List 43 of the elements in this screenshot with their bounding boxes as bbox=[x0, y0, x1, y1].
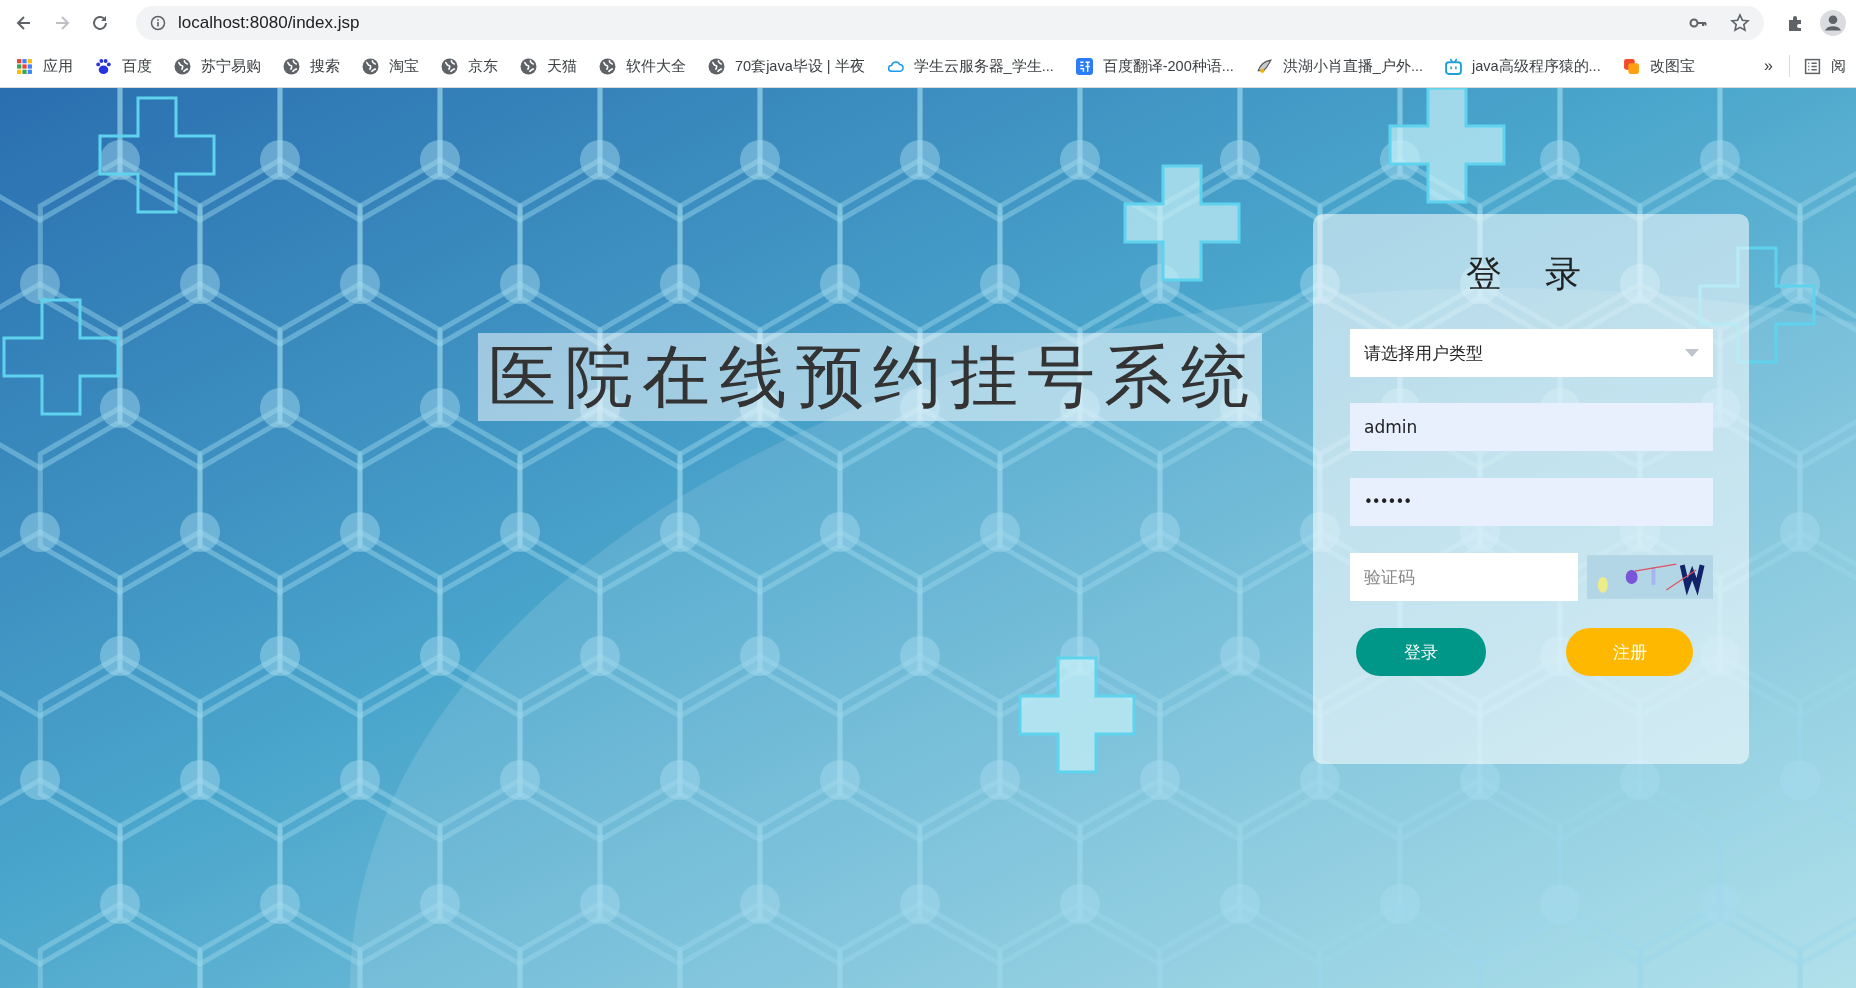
bookmark-item[interactable]: java高级程序猿的... bbox=[1445, 56, 1601, 76]
bookmark-item[interactable]: 洪湖小肖直播_户外... bbox=[1255, 56, 1423, 76]
captcha-field[interactable]: 验证码 bbox=[1350, 553, 1578, 601]
bookmark-item[interactable]: 70套java毕设 | 半夜 bbox=[708, 56, 865, 76]
bookmark-item[interactable]: 应用 bbox=[16, 56, 73, 76]
login-heading: 登 录 bbox=[1464, 252, 1599, 296]
login-button[interactable]: 登录 bbox=[1356, 628, 1486, 676]
globe-icon bbox=[708, 57, 725, 75]
globe-icon bbox=[362, 57, 379, 75]
address-bar[interactable]: localhost:8080/index.jsp bbox=[136, 5, 1764, 40]
bookmark-item[interactable]: 京东 bbox=[441, 56, 498, 76]
apps-grid-icon bbox=[16, 57, 33, 75]
globe-icon bbox=[599, 57, 616, 75]
paw-icon bbox=[95, 57, 112, 75]
globe-icon bbox=[283, 57, 300, 75]
bookmark-item[interactable]: 苏宁易购 bbox=[174, 56, 261, 76]
dropdown-caret-icon bbox=[1685, 349, 1699, 357]
more-bookmarks-button[interactable]: » bbox=[1764, 57, 1773, 75]
user-type-select[interactable]: 请选择用户类型 bbox=[1350, 329, 1713, 377]
bookmark-item[interactable]: 淘宝 bbox=[362, 56, 419, 76]
bookmark-item[interactable]: 天猫 bbox=[520, 56, 577, 76]
bookmark-item[interactable]: 百度 bbox=[95, 56, 152, 76]
bookmark-item[interactable]: 改图宝 bbox=[1622, 56, 1695, 76]
reading-list-button[interactable]: 阅 bbox=[1804, 56, 1846, 76]
tv-icon bbox=[1445, 57, 1462, 75]
bookmark-item[interactable]: 软件大全 bbox=[599, 56, 686, 76]
globe-icon bbox=[441, 57, 458, 75]
info-icon[interactable] bbox=[150, 14, 166, 31]
list-icon bbox=[1804, 57, 1821, 75]
bookmark-item[interactable]: 学生云服务器_学生... bbox=[886, 56, 1054, 76]
system-title: 医院在线预约挂号系统 bbox=[478, 333, 1262, 421]
username-field[interactable]: admin bbox=[1350, 403, 1713, 451]
star-icon[interactable] bbox=[1730, 12, 1750, 33]
captcha-image[interactable] bbox=[1587, 555, 1713, 599]
globe-icon bbox=[174, 57, 191, 75]
squares-icon bbox=[1622, 57, 1640, 75]
bookmark-item[interactable]: 百度翻译-200种语... bbox=[1075, 56, 1234, 76]
password-field[interactable]: •••••• bbox=[1350, 478, 1713, 526]
profile-icon[interactable] bbox=[1820, 9, 1846, 36]
bookmark-item[interactable]: 搜索 bbox=[283, 56, 340, 76]
url-text: localhost:8080/index.jsp bbox=[178, 12, 360, 33]
translate-icon bbox=[1075, 57, 1093, 75]
globe-icon bbox=[520, 57, 537, 75]
